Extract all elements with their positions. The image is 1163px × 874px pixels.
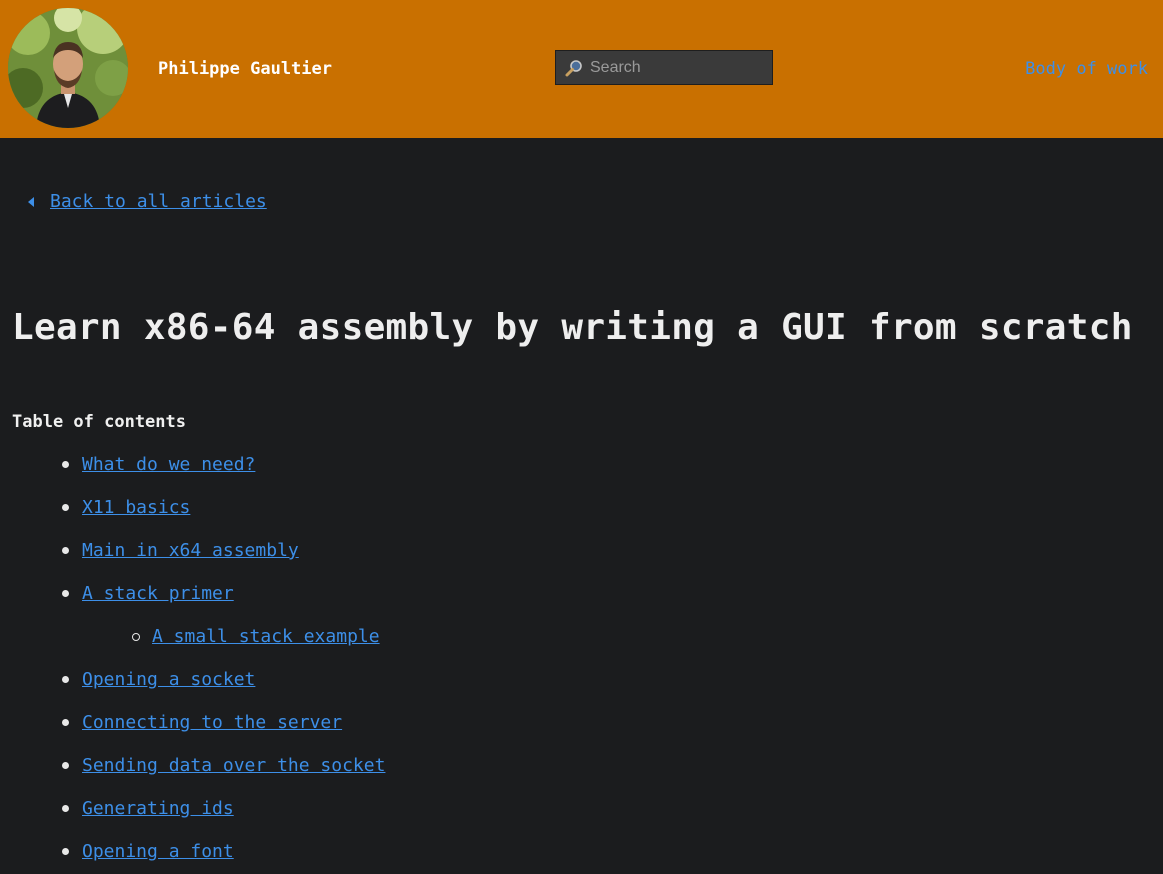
bullet-icon xyxy=(62,805,69,812)
author-photo xyxy=(8,8,128,128)
toc-item: Main in x64 assembly xyxy=(62,540,299,562)
toc-item: What do we need? xyxy=(62,454,255,476)
back-link-label: Back to all articles xyxy=(50,191,267,212)
toc-link[interactable]: A small stack example xyxy=(152,626,380,647)
toc-link[interactable]: What do we need? xyxy=(82,454,255,475)
bullet-icon xyxy=(62,461,69,468)
bullet-icon xyxy=(62,547,69,554)
toc-link[interactable]: Opening a font xyxy=(82,841,234,862)
bullet-icon xyxy=(62,504,69,511)
bullet-icon xyxy=(62,848,69,855)
bullet-icon xyxy=(62,676,69,683)
toc-subitem: A small stack example xyxy=(132,626,380,648)
bullet-icon xyxy=(62,719,69,726)
author-avatar[interactable] xyxy=(8,8,128,128)
toc-item: X11 basics xyxy=(62,497,190,519)
toc-link[interactable]: Connecting to the server xyxy=(82,712,342,733)
toc-item: Opening a font xyxy=(62,841,234,863)
toc-link[interactable]: A stack primer xyxy=(82,583,234,604)
back-to-articles-link[interactable]: Back to all articles xyxy=(22,191,267,213)
bullet-icon xyxy=(62,590,69,597)
toc-link[interactable]: X11 basics xyxy=(82,497,190,518)
toc-link[interactable]: Main in x64 assembly xyxy=(82,540,299,561)
hollow-bullet-icon xyxy=(132,633,140,641)
bullet-icon xyxy=(62,762,69,769)
toc-heading: Table of contents xyxy=(12,412,186,432)
search-input[interactable] xyxy=(584,51,772,84)
toc-item: A stack primer xyxy=(62,583,234,605)
toc-item: Connecting to the server xyxy=(62,712,342,734)
toc-item: Sending data over the socket xyxy=(62,755,385,777)
toc-link[interactable]: Generating ids xyxy=(82,798,234,819)
toc-link[interactable]: Opening a socket xyxy=(82,669,255,690)
search-box[interactable] xyxy=(555,50,773,85)
toc-item: Opening a socket xyxy=(62,669,255,691)
author-name[interactable]: Philippe Gaultier xyxy=(158,58,332,80)
caret-left-icon xyxy=(28,197,34,207)
toc-item: Generating ids xyxy=(62,798,234,820)
nav-link-body-of-work[interactable]: Body of work xyxy=(1025,58,1148,80)
article-title: Learn x86-64 assembly by writing a GUI f… xyxy=(12,307,1133,348)
toc-link[interactable]: Sending data over the socket xyxy=(82,755,385,776)
magnifier-icon xyxy=(565,59,582,76)
site-header: Philippe Gaultier Body of work xyxy=(0,0,1163,138)
